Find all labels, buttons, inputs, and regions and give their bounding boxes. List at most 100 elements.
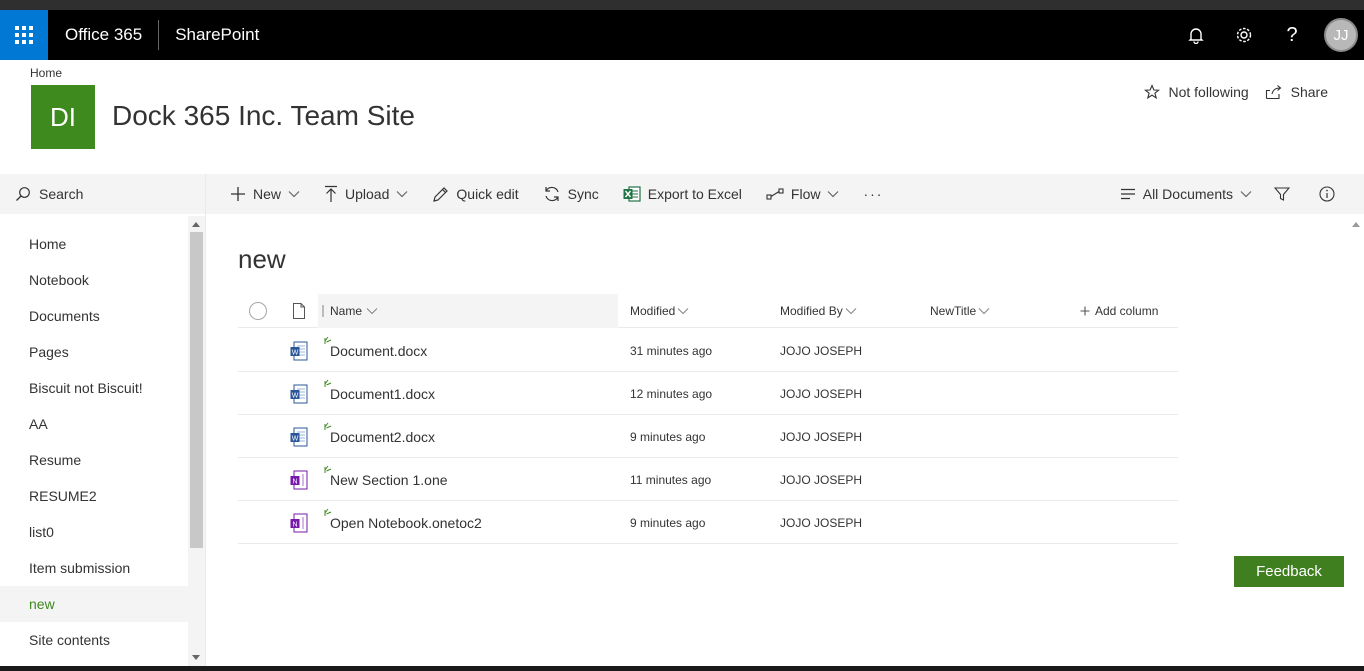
- sync-icon: [545, 186, 559, 202]
- scroll-up-icon[interactable]: [192, 222, 200, 227]
- flow-button[interactable]: Flow: [766, 186, 840, 202]
- quick-edit-label: Quick edit: [456, 186, 519, 202]
- nav-item-resume2[interactable]: RESUME2: [0, 478, 188, 514]
- svg-text:W: W: [292, 349, 299, 356]
- quick-edit-button[interactable]: Quick edit: [432, 186, 519, 203]
- modified-by-cell[interactable]: JOJO JOSEPH: [780, 329, 862, 372]
- suite-divider: [158, 20, 160, 50]
- search-placeholder: Search: [39, 186, 84, 202]
- modified-by-cell[interactable]: JOJO JOSEPH: [780, 458, 862, 501]
- search-box[interactable]: Search: [0, 174, 205, 214]
- file-type-header[interactable]: [292, 294, 306, 328]
- file-name-link[interactable]: Document.docx: [324, 336, 428, 359]
- app-launcher-button[interactable]: [0, 10, 48, 60]
- nav-item-aa[interactable]: AA: [0, 406, 188, 442]
- modified-by-cell[interactable]: JOJO JOSEPH: [780, 372, 862, 415]
- site-header: Home DI Dock 365 Inc. Team Site Not foll…: [0, 60, 1364, 174]
- modified-cell: 9 minutes ago: [630, 515, 706, 530]
- nav-list: Home Notebook Documents Pages Biscuit no…: [0, 226, 188, 658]
- file-name-link[interactable]: Open Notebook.onetoc2: [324, 508, 482, 531]
- notifications-button[interactable]: [1172, 10, 1220, 60]
- follow-button[interactable]: Not following: [1144, 84, 1249, 100]
- newtitle-column-header[interactable]: NewTitle: [930, 294, 990, 328]
- upload-button[interactable]: Upload: [324, 185, 408, 203]
- chevron-down-icon: [828, 191, 839, 198]
- site-logo[interactable]: DI: [31, 85, 95, 149]
- column-resize-handle[interactable]: [322, 305, 324, 317]
- onenote-section-icon: N: [290, 458, 308, 501]
- share-button[interactable]: Share: [1265, 84, 1328, 100]
- breadcrumb-home[interactable]: Home: [30, 66, 62, 80]
- nav-item-pages[interactable]: Pages: [0, 334, 188, 370]
- new-item-icon: [324, 508, 332, 516]
- modified-cell: 9 minutes ago: [630, 429, 706, 444]
- document-library: new Name Modified Modified By NewTitle A…: [206, 214, 1348, 666]
- column-headers: Name Modified Modified By NewTitle Add c…: [238, 294, 1178, 328]
- onenote-notebook-icon: N: [290, 501, 308, 544]
- filter-button[interactable]: [1274, 186, 1297, 202]
- sync-label: Sync: [567, 186, 599, 202]
- main-scrollbar[interactable]: [1348, 214, 1364, 666]
- nav-item-biscuit[interactable]: Biscuit not Biscuit!: [0, 370, 188, 406]
- pencil-icon: [433, 186, 449, 202]
- help-button[interactable]: ?: [1268, 10, 1316, 60]
- table-row[interactable]: W Document.docx 31 minutes ago JOJO JOSE…: [238, 329, 1178, 372]
- select-all-checkbox[interactable]: [248, 294, 268, 328]
- office-brand-link[interactable]: Office 365: [65, 25, 142, 45]
- sync-button[interactable]: Sync: [543, 185, 599, 203]
- user-avatar[interactable]: JJ: [1324, 18, 1358, 52]
- chevron-down-icon: [366, 308, 378, 315]
- export-excel-button[interactable]: Export to Excel: [623, 186, 742, 202]
- chevron-down-icon: [288, 191, 300, 198]
- modified-header-label: Modified: [630, 304, 676, 318]
- nav-item-item-submission[interactable]: Item submission: [0, 550, 188, 586]
- new-button[interactable]: New: [230, 186, 300, 202]
- table-row[interactable]: N New Section 1.one 11 minutes ago JOJO …: [238, 458, 1178, 501]
- name-column-header[interactable]: Name: [318, 294, 618, 328]
- settings-button[interactable]: [1220, 10, 1268, 60]
- file-name-link[interactable]: Document1.docx: [324, 379, 436, 402]
- nav-item-documents[interactable]: Documents: [0, 298, 188, 334]
- nav-item-new[interactable]: new: [0, 586, 188, 622]
- new-item-icon: [324, 422, 332, 430]
- feedback-button[interactable]: Feedback: [1234, 556, 1344, 587]
- view-switcher[interactable]: All Documents: [1120, 186, 1252, 202]
- plus-icon: [1080, 306, 1090, 316]
- sharepoint-app-link[interactable]: SharePoint: [175, 25, 259, 45]
- table-row[interactable]: N Open Notebook.onetoc2 9 minutes ago JO…: [238, 501, 1178, 544]
- svg-text:N: N: [292, 478, 297, 485]
- info-icon: [1319, 186, 1335, 202]
- chevron-down-icon: [845, 308, 857, 315]
- file-name: Document1.docx: [330, 385, 436, 402]
- new-item-icon: [324, 336, 332, 344]
- more-commands-button[interactable]: ···: [863, 186, 883, 202]
- modified-column-header[interactable]: Modified: [630, 294, 689, 328]
- modified-by-column-header[interactable]: Modified By: [780, 294, 857, 328]
- nav-item-notebook[interactable]: Notebook: [0, 262, 188, 298]
- new-item-icon: [324, 465, 332, 473]
- scroll-up-icon[interactable]: [1352, 222, 1360, 227]
- nav-item-home[interactable]: Home: [0, 226, 188, 262]
- info-button[interactable]: [1319, 186, 1342, 202]
- file-name: Document2.docx: [330, 428, 436, 445]
- modified-by-cell[interactable]: JOJO JOSEPH: [780, 415, 862, 458]
- nav-scroll-thumb[interactable]: [190, 232, 203, 548]
- modified-by-cell[interactable]: JOJO JOSEPH: [780, 501, 862, 544]
- site-title[interactable]: Dock 365 Inc. Team Site: [112, 100, 415, 132]
- browser-top-strip: [0, 0, 1364, 10]
- nav-scrollbar[interactable]: [188, 216, 205, 666]
- file-name-link[interactable]: New Section 1.one: [324, 465, 448, 488]
- nav-item-list0[interactable]: list0: [0, 514, 188, 550]
- file-name: Open Notebook.onetoc2: [330, 514, 482, 531]
- new-label: New: [253, 186, 282, 202]
- word-doc-icon: W: [290, 372, 308, 415]
- file-name: Document.docx: [330, 342, 428, 359]
- nav-item-site-contents[interactable]: Site contents: [0, 622, 188, 658]
- search-icon: [16, 187, 30, 201]
- scroll-down-icon[interactable]: [192, 655, 200, 660]
- table-row[interactable]: W Document2.docx 9 minutes ago JOJO JOSE…: [238, 415, 1178, 458]
- nav-item-resume[interactable]: Resume: [0, 442, 188, 478]
- file-name-link[interactable]: Document2.docx: [324, 422, 436, 445]
- add-column-button[interactable]: Add column: [1080, 294, 1158, 328]
- table-row[interactable]: W Document1.docx 12 minutes ago JOJO JOS…: [238, 372, 1178, 415]
